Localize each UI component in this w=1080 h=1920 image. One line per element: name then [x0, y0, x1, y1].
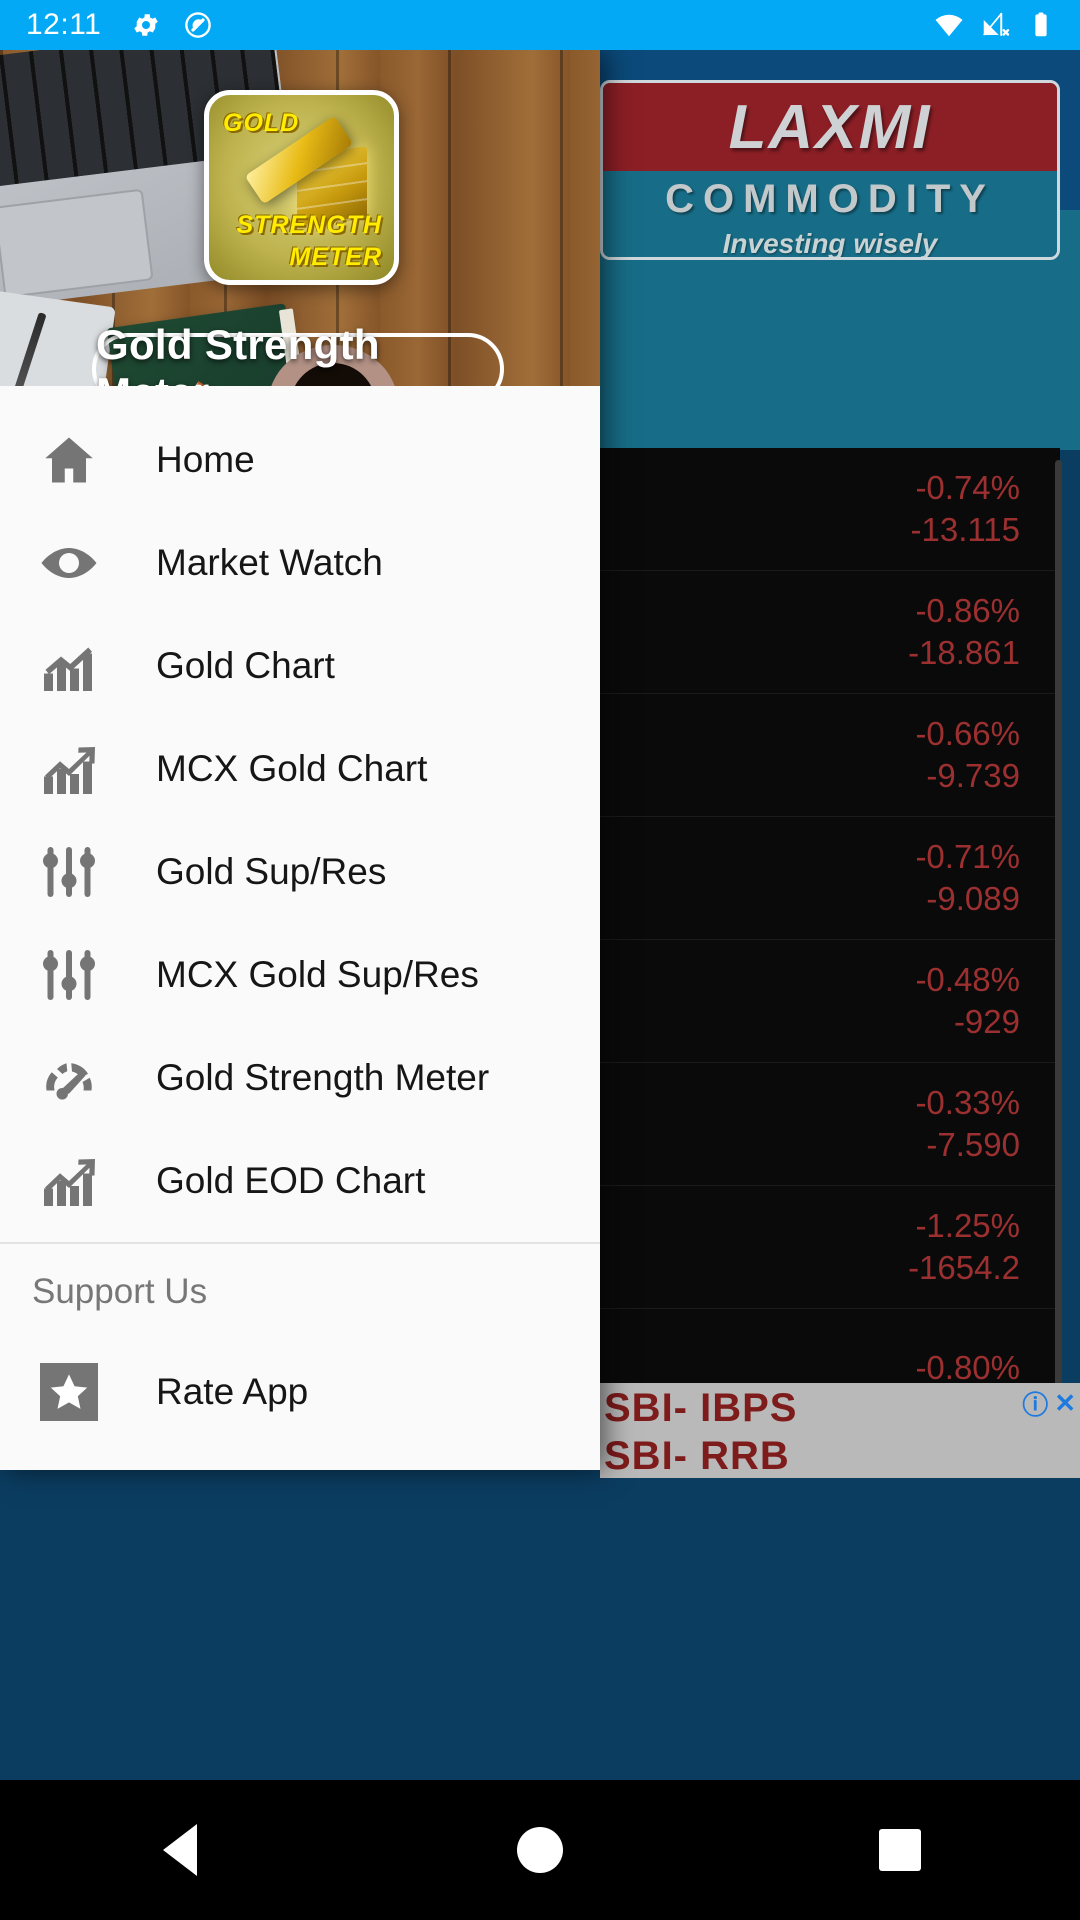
bar-chart-icon [32, 636, 106, 696]
brand-name: LAXMI [728, 92, 932, 162]
quote-change: -929 [953, 1003, 1020, 1040]
tune-sliders-icon [32, 945, 106, 1005]
drawer-header: GOLD STRENGTH METER Gold Strength Meter [0, 50, 600, 386]
status-time: 12:11 [26, 8, 102, 41]
brand-tagline: Investing wisely [722, 227, 938, 259]
sidebar-item-label: MCX Gold Sup/Res [156, 953, 479, 995]
home-icon [32, 430, 106, 490]
ad-banner[interactable]: SBI- IBPS SBI- RRB ⓘ ✕ [600, 1383, 1080, 1478]
quote-list[interactable]: -0.74% -13.115 -0.86% -18.861 -0.66% -9.… [600, 448, 1060, 1433]
sidebar-item-label: MCX Gold Chart [156, 747, 428, 789]
status-bar: 12:11 [0, 0, 1080, 50]
back-triangle-icon[interactable] [120, 1805, 240, 1895]
table-row[interactable]: -0.66% -9.739 [600, 694, 1060, 817]
privacy-dot-icon [183, 10, 213, 40]
info-icon[interactable]: ⓘ [1022, 1385, 1048, 1422]
sidebar-item-label: Gold Strength Meter [156, 1056, 490, 1098]
gear-icon [131, 10, 161, 40]
ad-badges: ⓘ ✕ [1022, 1385, 1076, 1422]
navigation-drawer[interactable]: GOLD STRENGTH METER Gold Strength Meter … [0, 50, 600, 1470]
cellular-off-icon [980, 10, 1010, 40]
quote-percent: -0.33% [915, 1084, 1020, 1121]
status-icons-right [934, 10, 1062, 40]
quote-percent: -0.86% [915, 592, 1020, 629]
home-circle-icon[interactable] [480, 1805, 600, 1895]
sidebar-item-label: Home [156, 438, 255, 480]
quote-change: -9.089 [926, 880, 1020, 917]
wifi-icon [934, 10, 964, 40]
quote-change: -9.739 [926, 757, 1020, 794]
sidebar-item-gold-sup-res[interactable]: Gold Sup/Res [0, 820, 600, 923]
quote-percent: -0.66% [915, 715, 1020, 752]
ad-line-2: SBI- RRB [604, 1434, 790, 1478]
logo-word-strength: STRENGTH [236, 211, 382, 239]
quote-percent: -0.80% [915, 1349, 1020, 1386]
app-logo: GOLD STRENGTH METER [204, 90, 399, 285]
speedometer-icon [32, 1048, 106, 1108]
sidebar-item-mcx-gold-sup-res[interactable]: MCX Gold Sup/Res [0, 923, 600, 1026]
system-nav-bar [0, 1780, 1080, 1920]
brand-top: LAXMI [603, 83, 1057, 171]
support-section-header: Support Us [32, 1272, 208, 1311]
sidebar-item-market-watch[interactable]: Market Watch [0, 511, 600, 614]
trending-up-icon [32, 739, 106, 799]
table-row[interactable]: -1.25% -1654.2 [600, 1186, 1060, 1309]
sidebar-item-rate-app[interactable]: Rate App [0, 1340, 600, 1443]
star-icon [32, 1362, 106, 1421]
recents-square-icon[interactable] [840, 1805, 960, 1895]
table-row[interactable]: -0.74% -13.115 [600, 448, 1060, 571]
quote-percent: -0.48% [915, 961, 1020, 998]
brand-subtitle: COMMODITY [665, 176, 995, 221]
quote-percent: -1.25% [915, 1207, 1020, 1244]
sidebar-item-label: Market Watch [156, 541, 383, 583]
logo-word-gold: GOLD [223, 109, 300, 137]
trending-up-icon [32, 1151, 106, 1211]
list-scrollbar[interactable] [1055, 460, 1062, 1420]
trackpad [0, 188, 154, 299]
battery-icon [1026, 10, 1056, 40]
quote-change: -1654.2 [908, 1249, 1020, 1286]
logo-word-meter: METER [289, 243, 382, 271]
status-icons-left [131, 10, 213, 40]
sidebar-item-label: Gold EOD Chart [156, 1159, 426, 1201]
brand-mid: COMMODITY [603, 171, 1057, 227]
quote-change: -18.861 [908, 634, 1020, 671]
ad-line-1: SBI- IBPS [604, 1386, 798, 1430]
brand-bot: Investing wisely [603, 227, 1057, 259]
quote-change: -13.115 [910, 511, 1020, 548]
sidebar-item-home[interactable]: Home [0, 408, 600, 511]
table-row[interactable]: -0.33% -7.590 [600, 1063, 1060, 1186]
sidebar-item-mcx-gold-chart[interactable]: MCX Gold Chart [0, 717, 600, 820]
quote-change: -7.590 [926, 1126, 1020, 1163]
table-row[interactable]: -0.71% -9.089 [600, 817, 1060, 940]
quote-percent: -0.71% [915, 838, 1020, 875]
sidebar-item-gold-strength-meter[interactable]: Gold Strength Meter [0, 1026, 600, 1129]
drawer-menu: Home Market Watch Gold Chart MCX Gold Ch… [0, 386, 600, 1443]
table-row[interactable]: -0.86% -18.861 [600, 571, 1060, 694]
sidebar-item-label: Gold Sup/Res [156, 850, 387, 892]
sidebar-item-gold-chart[interactable]: Gold Chart [0, 614, 600, 717]
brand-logo-card: LAXMI COMMODITY Investing wisely [600, 80, 1060, 260]
sidebar-item-label: Gold Chart [156, 644, 335, 686]
page-title: Gold Strength Meter [96, 321, 380, 386]
quote-percent: -0.74% [915, 469, 1020, 506]
eye-icon [32, 533, 106, 593]
close-icon[interactable]: ✕ [1054, 1388, 1076, 1419]
table-row[interactable]: -0.48% -929 [600, 940, 1060, 1063]
tune-sliders-icon [32, 842, 106, 902]
drawer-title-pill: Gold Strength Meter [92, 321, 504, 386]
screen-root: LAXMI COMMODITY Investing wisely -0.74% … [0, 0, 1080, 1920]
sidebar-item-label: Rate App [156, 1370, 309, 1412]
sidebar-item-gold-eod-chart[interactable]: Gold EOD Chart [0, 1129, 600, 1232]
